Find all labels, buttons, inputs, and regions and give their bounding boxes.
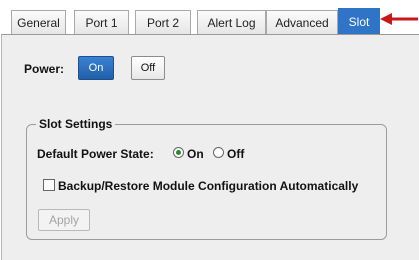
tab-label: Port 2 <box>146 15 179 30</box>
default-power-off-label[interactable]: Off <box>227 147 244 161</box>
default-power-state-label: Default Power State: <box>37 147 154 161</box>
power-on-button[interactable]: On <box>78 56 114 80</box>
tab-label: Alert Log <box>207 15 256 30</box>
apply-button[interactable]: Apply <box>38 209 90 231</box>
power-off-label: Off <box>140 62 156 74</box>
tab-label: Slot <box>348 15 370 29</box>
default-power-off-radio[interactable] <box>213 147 224 158</box>
tab-advanced[interactable]: Advanced <box>266 10 338 34</box>
power-label: Power: <box>24 62 65 76</box>
power-off-button[interactable]: Off <box>131 56 165 80</box>
pointer-arrow-icon <box>380 13 418 25</box>
tab-port-2[interactable]: Port 2 <box>135 10 191 34</box>
tab-bar: General Port 1 Port 2 Alert Log Advanced… <box>0 0 419 35</box>
tab-label: Advanced <box>275 15 329 30</box>
slot-settings-legend: Slot Settings <box>36 117 116 131</box>
tab-alert-log[interactable]: Alert Log <box>197 10 266 34</box>
tab-slot[interactable]: Slot <box>338 8 380 35</box>
apply-label: Apply <box>48 213 80 227</box>
tab-label: General <box>17 15 60 30</box>
tab-general[interactable]: General <box>11 10 66 34</box>
default-power-on-radio[interactable] <box>173 147 184 158</box>
tab-port-1[interactable]: Port 1 <box>74 10 129 34</box>
backup-restore-label[interactable]: Backup/Restore Module Configuration Auto… <box>58 179 358 193</box>
power-on-label: On <box>88 62 104 74</box>
backup-restore-checkbox[interactable] <box>43 179 55 191</box>
tab-label: Port 1 <box>85 15 118 30</box>
default-power-on-label[interactable]: On <box>187 147 204 161</box>
